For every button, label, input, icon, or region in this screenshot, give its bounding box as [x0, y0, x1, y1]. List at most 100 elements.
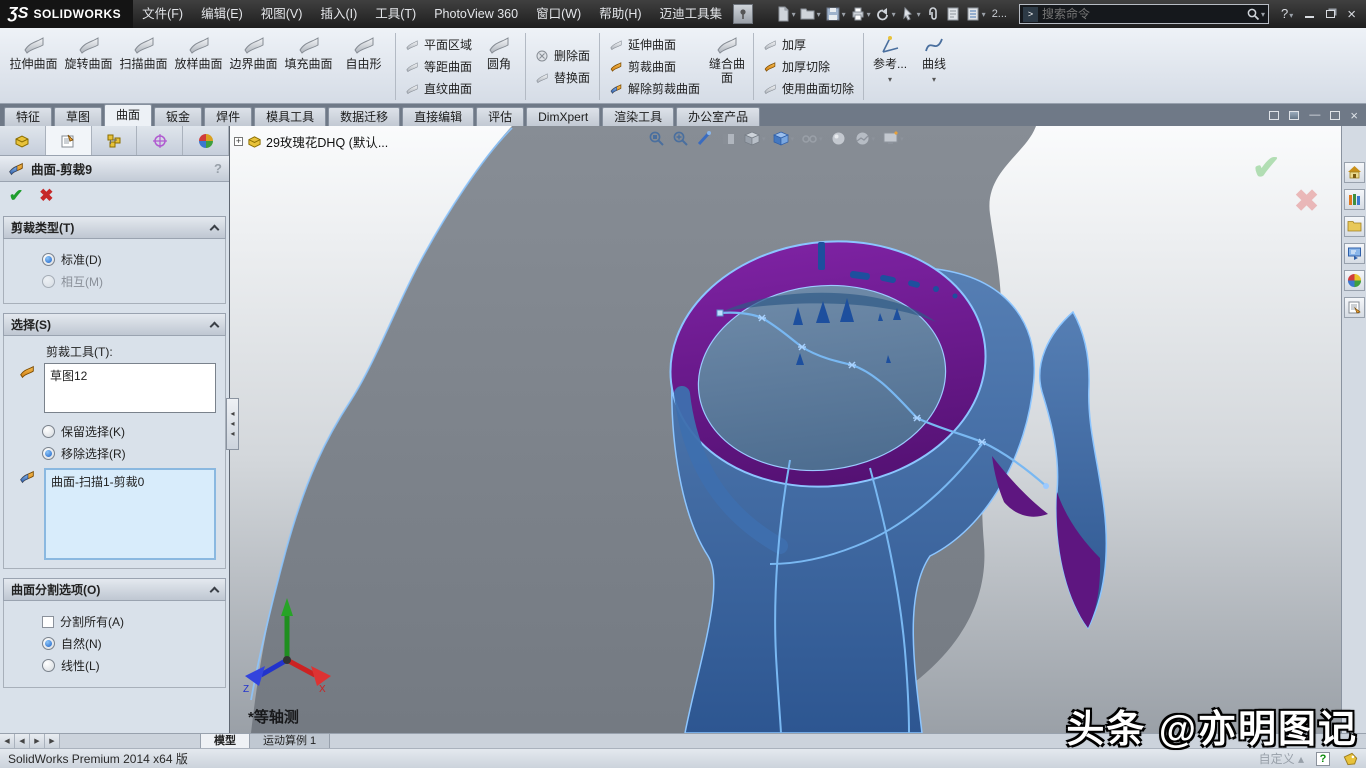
- cut-with-surface-button[interactable]: 使用曲面切除: [763, 79, 854, 98]
- menu-photoview[interactable]: PhotoView 360: [425, 0, 527, 28]
- flyout-feature-tree[interactable]: + 29玫瑰花DHQ (默认...: [234, 132, 388, 151]
- section-view-icon[interactable]: [720, 130, 737, 147]
- toolbox-icon[interactable]: [1344, 243, 1365, 264]
- knit-surface-button[interactable]: 缝合曲面: [705, 31, 749, 102]
- doc-close-icon[interactable]: ×: [1350, 110, 1358, 121]
- menu-help[interactable]: 帮助(H): [590, 0, 650, 28]
- tab-weldments[interactable]: 焊件: [204, 107, 252, 126]
- ok-button[interactable]: ✔: [9, 186, 23, 206]
- model-tab[interactable]: 模型: [200, 734, 250, 748]
- graphics-viewport[interactable]: X Z + 29玫瑰花DHQ (默认... ▾: [230, 126, 1341, 733]
- linear-radio[interactable]: [42, 659, 55, 672]
- search-icon[interactable]: [1246, 7, 1260, 21]
- menu-insert[interactable]: 插入(I): [311, 0, 366, 28]
- remove-selection-radio[interactable]: [42, 447, 55, 460]
- dimxpert-manager-tab-icon[interactable]: [137, 126, 183, 155]
- spline-endpoint[interactable]: [1043, 483, 1049, 489]
- home-icon[interactable]: [1344, 162, 1365, 183]
- tab-scroll-prev-icon[interactable]: ◀: [15, 734, 30, 748]
- reference-geometry-button[interactable]: 参考...▾: [868, 31, 912, 102]
- mutual-radio-row[interactable]: 相互(M): [42, 273, 221, 290]
- trim-type-header[interactable]: 剪裁类型(T): [3, 216, 226, 239]
- tab-surfaces[interactable]: 曲面: [104, 104, 152, 126]
- tab-scroll-next-icon[interactable]: ▶: [30, 734, 45, 748]
- doc-restore-icon[interactable]: [1330, 111, 1340, 120]
- panel-splitter-handle[interactable]: ◂◂◂: [226, 398, 239, 450]
- web-icon[interactable]: [1344, 270, 1365, 291]
- select-cursor-icon[interactable]: ▾: [900, 6, 921, 22]
- view-orientation-icon[interactable]: ▾: [744, 130, 766, 147]
- zoom-area-icon[interactable]: [672, 130, 689, 147]
- tab-sheet-metal[interactable]: 钣金: [154, 107, 202, 126]
- custom-properties-icon[interactable]: [1344, 297, 1365, 318]
- apply-scene-icon[interactable]: ▾: [854, 130, 876, 147]
- properties-icon[interactable]: [945, 6, 961, 22]
- attach-icon[interactable]: [925, 6, 941, 22]
- split-all-checkbox[interactable]: [42, 616, 54, 628]
- lofted-surface-button[interactable]: 放样曲面: [171, 31, 226, 102]
- display-manager-tab-icon[interactable]: [183, 126, 229, 155]
- offset-surface-button[interactable]: 等距曲面: [405, 57, 472, 76]
- open-icon[interactable]: ▾: [800, 6, 821, 22]
- revolved-surface-button[interactable]: 旋转曲面: [61, 31, 116, 102]
- curves-button[interactable]: 曲线▾: [912, 31, 956, 102]
- tab-office-products[interactable]: 办公室产品: [676, 107, 760, 126]
- collapse-chevron-icon[interactable]: [210, 225, 220, 235]
- extend-surface-button[interactable]: 延伸曲面: [609, 35, 700, 54]
- filled-surface-button[interactable]: 填充曲面: [281, 31, 336, 102]
- menu-window[interactable]: 窗口(W): [527, 0, 590, 28]
- help-icon[interactable]: ?▾: [1281, 7, 1293, 22]
- natural-radio[interactable]: [42, 637, 55, 650]
- selection-header[interactable]: 选择(S): [3, 313, 226, 336]
- surface-split-header[interactable]: 曲面分割选项(O): [3, 578, 226, 601]
- split-all-row[interactable]: 分割所有(A): [42, 613, 221, 630]
- tab-direct-editing[interactable]: 直接编辑: [402, 107, 474, 126]
- pane-toggle2-icon[interactable]: [1289, 111, 1299, 120]
- thickened-cut-button[interactable]: 加厚切除: [763, 57, 854, 76]
- graphics-canvas[interactable]: X Z: [230, 126, 1341, 733]
- view-settings-icon[interactable]: ▾: [882, 130, 904, 147]
- natural-radio-row[interactable]: 自然(N): [42, 635, 221, 652]
- pane-toggle-icon[interactable]: [1269, 111, 1279, 120]
- boundary-surface-button[interactable]: 边界曲面: [226, 31, 281, 102]
- panel-help-icon[interactable]: ?: [214, 161, 222, 176]
- display-style-icon[interactable]: ▾: [773, 130, 795, 147]
- tab-features[interactable]: 特征: [4, 107, 52, 126]
- tab-data-migration[interactable]: 数据迁移: [328, 107, 400, 126]
- doc-minimize-icon[interactable]: —: [1309, 110, 1320, 121]
- tab-mold-tools[interactable]: 模具工具: [254, 107, 326, 126]
- property-manager-tab-icon[interactable]: [46, 126, 92, 155]
- status-help-icon[interactable]: ?: [1316, 752, 1330, 766]
- replace-face-button[interactable]: 替换面: [535, 68, 590, 87]
- remove-selection-row[interactable]: 移除选择(R): [42, 445, 221, 462]
- pin-icon[interactable]: [733, 4, 753, 24]
- print-icon[interactable]: ▾: [850, 6, 871, 22]
- keep-selection-radio[interactable]: [42, 425, 55, 438]
- collapse-chevron-icon[interactable]: [210, 587, 220, 597]
- zoom-fit-icon[interactable]: [648, 130, 665, 147]
- motion-study-tab[interactable]: 运动算例 1: [250, 734, 330, 748]
- part-name[interactable]: 29玫瑰花DHQ (默认...: [266, 132, 388, 151]
- thicken-button[interactable]: 加厚: [763, 35, 854, 54]
- undo-icon[interactable]: ▾: [875, 6, 896, 22]
- tab-sketch[interactable]: 草图: [54, 107, 102, 126]
- freeform-button[interactable]: 自由形: [336, 31, 391, 102]
- quick-more-label[interactable]: 2...: [992, 8, 1007, 20]
- zoom-selection-icon[interactable]: [696, 130, 713, 147]
- minimize-icon[interactable]: [1305, 10, 1314, 18]
- edit-appearance-icon[interactable]: [830, 130, 847, 147]
- tab-evaluate[interactable]: 评估: [476, 107, 524, 126]
- delete-face-button[interactable]: 删除面: [535, 46, 590, 65]
- configuration-manager-tab-icon[interactable]: [92, 126, 138, 155]
- feature-manager-tab-icon[interactable]: [0, 126, 46, 155]
- ruled-surface-button[interactable]: 直纹曲面: [405, 79, 472, 98]
- mutual-radio[interactable]: [42, 275, 55, 288]
- extruded-surface-button[interactable]: 拉伸曲面: [6, 31, 61, 102]
- viewport-cancel-icon[interactable]: ✖: [1294, 184, 1319, 219]
- fillet-button[interactable]: 圆角: [477, 31, 521, 102]
- tab-render-tools[interactable]: 渲染工具: [602, 107, 674, 126]
- tab-dimxpert[interactable]: DimXpert: [526, 107, 600, 126]
- search-input[interactable]: [1042, 7, 1246, 21]
- spline-endpoint[interactable]: [717, 310, 723, 316]
- close-icon[interactable]: ×: [1347, 8, 1356, 21]
